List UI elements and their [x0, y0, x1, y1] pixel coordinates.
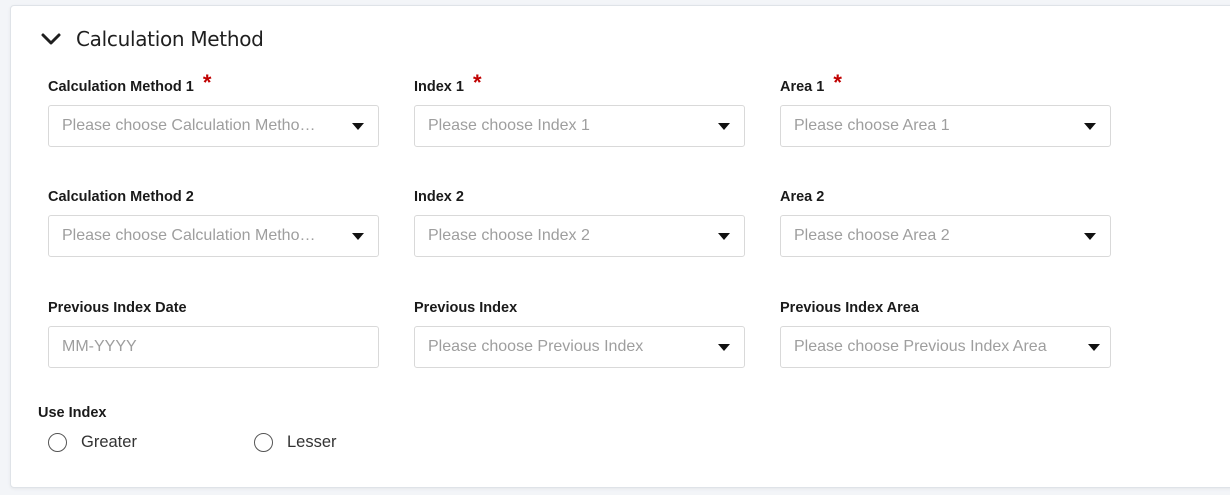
caret-down-icon	[352, 232, 364, 240]
prev-index-date-placeholder: MM-YYYY	[62, 338, 137, 355]
calc-method-1-field: Calculation Method 1 * Please choose Cal…	[48, 70, 379, 147]
index-2-field: Index 2 Please choose Index 2	[414, 189, 745, 257]
index-1-placeholder: Please choose Index 1	[428, 117, 590, 134]
chevron-down-icon	[41, 33, 61, 45]
prev-index-date-input[interactable]: MM-YYYY	[48, 326, 379, 368]
index-1-select[interactable]: Please choose Index 1	[414, 105, 745, 147]
required-asterisk: *	[472, 70, 482, 95]
caret-down-icon	[1088, 343, 1100, 351]
required-asterisk: *	[202, 70, 212, 95]
caret-down-icon	[1084, 122, 1096, 130]
caret-down-icon	[718, 122, 730, 130]
prev-index-date-label: Previous Index Date	[48, 300, 187, 316]
calc-method-2-label: Calculation Method 2	[48, 189, 194, 205]
prev-index-area-placeholder: Please choose Previous Index Area	[794, 338, 1047, 355]
prev-index-area-label: Previous Index Area	[780, 300, 919, 316]
radio-button[interactable]	[48, 433, 67, 452]
index-2-select[interactable]: Please choose Index 2	[414, 215, 745, 257]
index-2-label: Index 2	[414, 189, 464, 205]
section-toggle[interactable]: Calculation Method	[40, 27, 264, 51]
caret-down-icon	[352, 122, 364, 130]
calc-method-2-placeholder: Please choose Calculation Metho…	[62, 227, 316, 244]
area-1-placeholder: Please choose Area 1	[794, 117, 950, 134]
prev-index-placeholder: Please choose Previous Index	[428, 338, 644, 355]
prev-index-select[interactable]: Please choose Previous Index	[414, 326, 745, 368]
area-2-field: Area 2 Please choose Area 2	[780, 189, 1111, 257]
calc-method-1-select[interactable]: Please choose Calculation Metho…	[48, 105, 379, 147]
prev-index-date-field: Previous Index Date MM-YYYY	[48, 300, 379, 368]
index-2-placeholder: Please choose Index 2	[428, 227, 590, 244]
area-1-field: Area 1 * Please choose Area 1	[780, 70, 1111, 147]
area-1-label: Area 1	[780, 79, 825, 95]
prev-index-area-field: Previous Index Area Please choose Previo…	[780, 300, 1111, 368]
prev-index-area-select[interactable]: Please choose Previous Index Area	[780, 326, 1111, 368]
calc-method-2-select[interactable]: Please choose Calculation Metho…	[48, 215, 379, 257]
caret-down-icon	[718, 343, 730, 351]
area-1-select[interactable]: Please choose Area 1	[780, 105, 1111, 147]
radio-label-lesser: Lesser	[287, 433, 337, 451]
caret-down-icon	[718, 232, 730, 240]
calc-method-1-placeholder: Please choose Calculation Metho…	[62, 117, 316, 134]
area-2-select[interactable]: Please choose Area 2	[780, 215, 1111, 257]
use-index-label: Use Index	[38, 405, 107, 421]
area-2-placeholder: Please choose Area 2	[794, 227, 950, 244]
radio-option-lesser[interactable]: Lesser	[254, 433, 337, 452]
index-1-label: Index 1	[414, 79, 464, 95]
radio-option-greater[interactable]: Greater	[48, 433, 137, 452]
required-asterisk: *	[833, 70, 842, 95]
prev-index-field: Previous Index Please choose Previous In…	[414, 300, 745, 368]
area-2-label: Area 2	[780, 189, 825, 205]
radio-button[interactable]	[254, 433, 273, 452]
prev-index-label: Previous Index	[414, 300, 518, 316]
caret-down-icon	[1084, 232, 1096, 240]
radio-label-greater: Greater	[81, 433, 137, 451]
section-title: Calculation Method	[76, 27, 264, 51]
calc-method-1-label: Calculation Method 1	[48, 79, 194, 95]
calc-method-2-field: Calculation Method 2 Please choose Calcu…	[48, 189, 379, 257]
index-1-field: Index 1 * Please choose Index 1	[414, 70, 745, 147]
